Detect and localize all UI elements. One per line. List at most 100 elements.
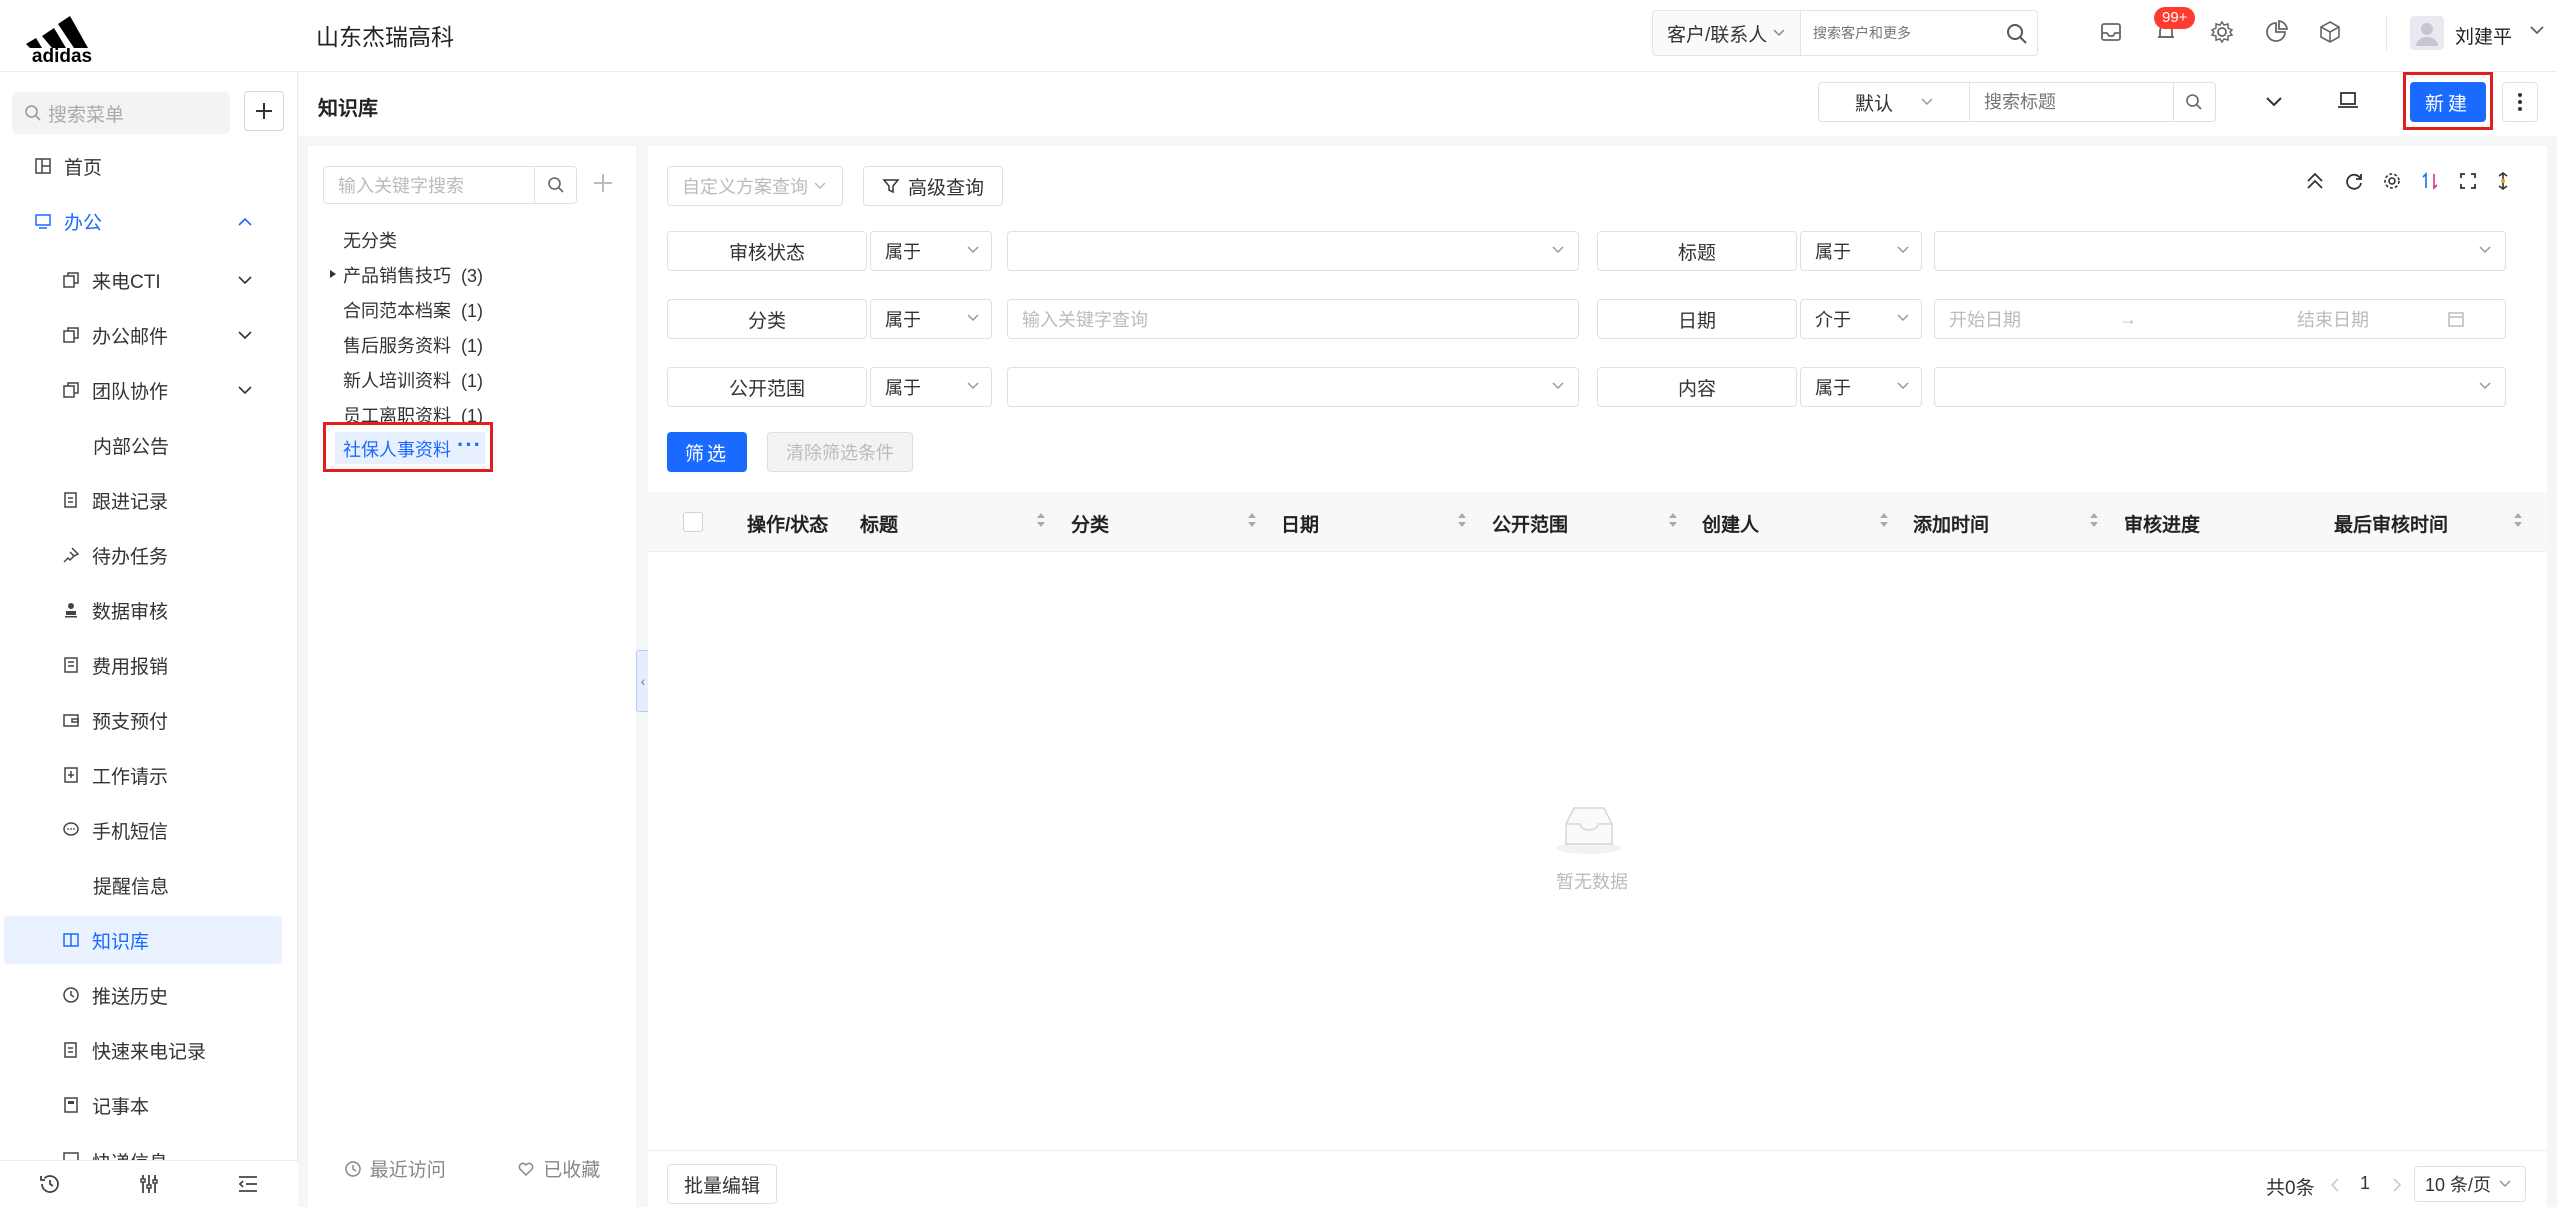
column-header[interactable]: 公开范围 [1492, 510, 1568, 537]
title-search-box[interactable] [1970, 82, 2216, 122]
tree-search-input[interactable]: 输入关键字搜索 [323, 166, 535, 204]
start-date-input[interactable]: 开始日期 [1949, 306, 2119, 332]
tree-search-button[interactable] [535, 166, 577, 204]
sidebar-item-team[interactable]: 团队协作 [0, 366, 282, 414]
batch-edit-button[interactable]: 批量编辑 [667, 1164, 777, 1204]
filter-value-select[interactable] [1007, 231, 1579, 271]
column-header[interactable]: 添加时间 [1913, 510, 1989, 537]
tree-node[interactable]: 售后服务资料 (1) [343, 332, 483, 358]
sort-arrows-icon[interactable] [1879, 510, 1889, 530]
sidebar-item-expense[interactable]: 费用报销 [0, 641, 282, 689]
filter-operator-select[interactable]: 介于 [1800, 299, 1922, 339]
title-search-input[interactable] [1970, 83, 2170, 121]
menu-search-input[interactable]: 搜索菜单 [12, 92, 230, 134]
sidebar-item-quick-call[interactable]: 快速来电记录 [0, 1026, 282, 1074]
search-icon[interactable] [2005, 22, 2029, 46]
category-keyword-input[interactable]: 输入关键字查询 [1007, 299, 1579, 339]
filter-operator-select[interactable]: 属于 [870, 367, 992, 407]
sidebar-item-mail[interactable]: 办公邮件 [0, 311, 282, 359]
sidebar-item-followup[interactable]: 跟进记录 [0, 476, 282, 524]
filter-button[interactable]: 筛选 [667, 432, 747, 472]
more-options-button[interactable] [2502, 82, 2538, 122]
pie-chart-icon[interactable] [2262, 18, 2290, 46]
page-number[interactable]: 1 [2360, 1173, 2370, 1194]
column-header[interactable]: 最后审核时间 [2334, 510, 2448, 537]
filter-value-select[interactable] [1007, 367, 1579, 407]
history-icon[interactable] [38, 1172, 62, 1196]
tree-node[interactable]: 新人培训资料 (1) [343, 367, 483, 393]
favorites-link[interactable]: 已收藏 [517, 1155, 600, 1182]
filter-operator-select[interactable]: 属于 [870, 231, 992, 271]
column-header[interactable]: 标题 [860, 510, 898, 537]
sidebar-item-knowledge[interactable]: 知识库 [4, 916, 282, 964]
sidebar-item-audit[interactable]: 数据审核 [0, 586, 282, 634]
sidebar-item-home[interactable]: 首页 [0, 142, 282, 190]
expand-search-icon[interactable] [2264, 92, 2284, 112]
add-category-icon[interactable] [592, 172, 614, 194]
sidebar-item-office[interactable]: 办公 [0, 197, 282, 245]
select-all-checkbox[interactable] [683, 512, 703, 532]
sidebar-item-sms[interactable]: 手机短信 [0, 806, 282, 854]
search-icon[interactable] [2173, 83, 2213, 121]
sidebar-item-notice[interactable]: 内部公告 [0, 421, 282, 469]
new-button[interactable]: 新建 [2410, 82, 2486, 122]
filter-value-select[interactable] [1934, 367, 2506, 407]
avatar[interactable] [2410, 16, 2444, 50]
fullscreen-icon[interactable] [2458, 171, 2478, 191]
tree-node[interactable]: 无分类 [343, 227, 397, 253]
column-header[interactable]: 分类 [1071, 510, 1109, 537]
chevron-down-icon[interactable] [2530, 26, 2544, 35]
caret-right-icon[interactable] [329, 269, 337, 279]
view-select[interactable]: 默认 [1818, 82, 1970, 122]
advanced-query-button[interactable]: 高级查询 [863, 166, 1003, 206]
sort-arrows-icon[interactable] [1668, 510, 1678, 530]
tree-node[interactable]: 产品销售技巧 (3) [343, 262, 483, 288]
sort-arrows-icon[interactable] [1036, 510, 1046, 530]
sidebar-item-notebook[interactable]: 记事本 [0, 1081, 282, 1129]
sidebar-item-express[interactable]: 快递信息 [0, 1136, 282, 1160]
cube-icon[interactable] [2316, 18, 2344, 46]
tree-node[interactable]: 合同范本档案 (1) [343, 297, 483, 323]
sort-arrows-icon[interactable] [2513, 510, 2523, 530]
next-page-icon[interactable] [2392, 1178, 2402, 1192]
sort-arrows-icon[interactable] [1247, 510, 1257, 530]
sidebar-item-cti[interactable]: 来电CTI [0, 256, 282, 304]
collapse-up-icon[interactable] [2304, 170, 2326, 192]
scheme-select[interactable]: 自定义方案查询 [667, 166, 843, 206]
tree-node-label[interactable]: 社保人事资料 [343, 436, 451, 462]
filter-value-select[interactable] [1934, 231, 2506, 271]
filter-operator-select[interactable]: 属于 [870, 299, 992, 339]
sort-icon[interactable] [2420, 171, 2440, 191]
filter-operator-select[interactable]: 属于 [1800, 367, 1922, 407]
collapse-menu-icon[interactable] [236, 1172, 260, 1196]
tree-node[interactable]: 员工离职资料 (1) [343, 402, 483, 424]
page-size-select[interactable]: 10 条/页 [2414, 1166, 2526, 1202]
end-date-input[interactable]: 结束日期 [2297, 306, 2447, 332]
add-menu-button[interactable] [244, 91, 284, 131]
row-height-icon[interactable] [2496, 171, 2510, 191]
customer-type-select[interactable]: 客户/联系人 [1652, 10, 1800, 56]
clear-filters-button[interactable]: 清除筛选条件 [767, 432, 913, 472]
sidebar-item-todo[interactable]: 待办任务 [0, 531, 282, 579]
column-header[interactable]: 日期 [1281, 510, 1319, 537]
inbox-icon[interactable] [2097, 18, 2125, 46]
filter-operator-select[interactable]: 属于 [1800, 231, 1922, 271]
sidebar-item-push-history[interactable]: 推送历史 [0, 971, 282, 1019]
sidebar-item-advance[interactable]: 预支预付 [0, 696, 282, 744]
sort-arrows-icon[interactable] [2089, 510, 2099, 530]
date-range-picker[interactable]: 开始日期 → 结束日期 [1934, 299, 2506, 339]
sort-arrows-icon[interactable] [1457, 510, 1467, 530]
recent-visits-link[interactable]: 最近访问 [344, 1155, 446, 1182]
sidebar-item-reminder[interactable]: 提醒信息 [0, 861, 282, 909]
company-logo[interactable]: adidas [16, 2, 108, 64]
prev-page-icon[interactable] [2330, 1178, 2340, 1192]
username[interactable]: 刘建平 [2455, 22, 2512, 49]
column-header[interactable]: 创建人 [1702, 510, 1759, 537]
laptop-icon[interactable] [2336, 90, 2360, 112]
calendar-icon[interactable] [2447, 310, 2465, 328]
global-search-box[interactable] [1800, 10, 2038, 56]
sliders-icon[interactable] [137, 1172, 161, 1196]
gear-icon[interactable] [2208, 18, 2236, 46]
gear-icon[interactable] [2382, 171, 2402, 191]
node-more-icon[interactable]: ··· [457, 432, 482, 458]
